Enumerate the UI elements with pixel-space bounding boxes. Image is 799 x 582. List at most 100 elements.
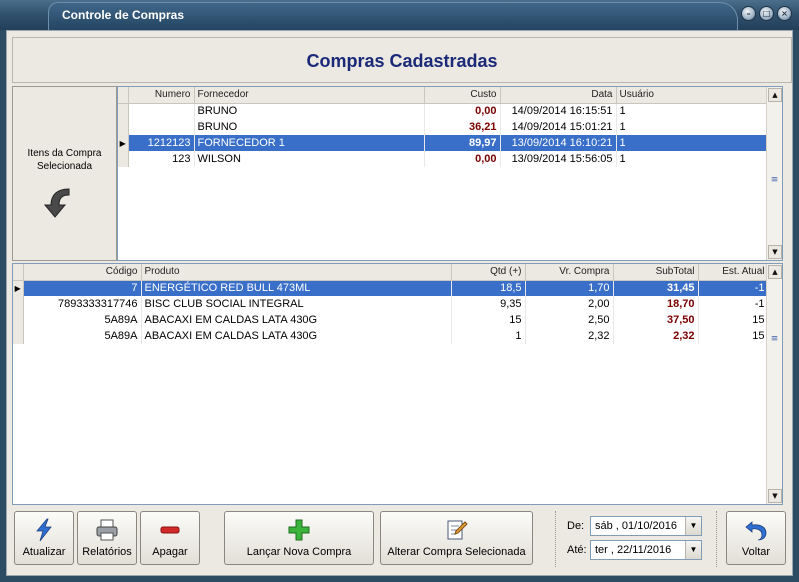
date-from-picker[interactable]: sáb , 01/10/2016 ▼ <box>590 516 702 536</box>
chevron-down-icon[interactable]: ▼ <box>685 517 701 535</box>
table-row[interactable]: BRUNO 36,21 14/09/2014 15:01:21 1 <box>118 119 769 135</box>
cell-vr-compra: 2,32 <box>525 328 614 344</box>
cell-data: 14/09/2014 15:01:21 <box>500 119 617 135</box>
atualizar-label: Atualizar <box>22 546 66 558</box>
lancar-label: Lançar Nova Compra <box>246 546 352 558</box>
cell-est-atual: 15 <box>698 312 769 328</box>
scroll-down-icon[interactable]: ▼ <box>768 245 782 259</box>
cell-est-atual: 15 <box>698 328 769 344</box>
table-row[interactable]: 5A89A ABACAXI EM CALDAS LATA 430G 1 2,32… <box>13 328 769 344</box>
relatorios-button[interactable]: Relatórios <box>77 511 137 565</box>
relatorios-label: Relatórios <box>82 546 132 558</box>
col-vr-compra[interactable]: Vr. Compra <box>525 264 614 281</box>
cell-data: 13/09/2014 15:56:05 <box>500 151 617 167</box>
cell-usuario: 1 <box>616 103 769 119</box>
cell-custo: 0,00 <box>424 151 501 167</box>
purchases-grid[interactable]: Numero Fornecedor Custo Data Usuário BRU… <box>117 86 783 261</box>
undo-arrow-icon <box>745 521 767 541</box>
cell-produto: ENERGÉTICO RED BULL 473ML <box>141 280 452 296</box>
cell-est-atual: -1 <box>698 296 769 312</box>
printer-icon <box>96 519 118 541</box>
chevron-down-icon[interactable]: ▼ <box>685 541 701 559</box>
col-custo[interactable]: Custo <box>424 87 501 104</box>
date-to-picker[interactable]: ter , 22/11/2016 ▼ <box>590 540 702 560</box>
cell-subtotal: 18,70 <box>613 296 699 312</box>
scroll-up-icon[interactable]: ▲ <box>768 265 782 279</box>
client-area: Compras Cadastradas Itens da Compra Sele… <box>6 30 793 576</box>
cell-data: 14/09/2014 16:15:51 <box>500 103 617 119</box>
row-indicator-header <box>13 264 24 281</box>
apagar-button[interactable]: Apagar <box>140 511 200 565</box>
window-title: Controle de Compras <box>62 8 185 22</box>
cell-fornecedor: FORNECEDOR 1 <box>194 135 425 151</box>
cell-usuario: 1 <box>616 119 769 135</box>
cell-est-atual: -1 <box>698 280 769 296</box>
col-data[interactable]: Data <box>500 87 617 104</box>
table-row[interactable]: 5A89A ABACAXI EM CALDAS LATA 430G 15 2,5… <box>13 312 769 328</box>
cell-codigo: 7 <box>23 280 142 296</box>
items-table: Código Produto Qtd (+) Vr. Compra SubTot… <box>13 264 769 344</box>
close-icon[interactable]: × <box>777 6 792 21</box>
minimize-icon[interactable]: – <box>741 6 756 21</box>
cell-qtd: 1 <box>451 328 526 344</box>
col-numero[interactable]: Numero <box>128 87 195 104</box>
items-caption-line2: Selecionada <box>36 161 93 172</box>
toolbar-divider <box>716 511 717 567</box>
table-row-selected[interactable]: ▶ 1212123 FORNECEDOR 1 89,97 13/09/2014 … <box>118 135 769 151</box>
scroll-up-icon[interactable]: ▲ <box>768 88 782 102</box>
col-qtd[interactable]: Qtd (+) <box>451 264 526 281</box>
cell-fornecedor: BRUNO <box>194 119 425 135</box>
atualizar-button[interactable]: Atualizar <box>14 511 74 565</box>
cell-codigo: 5A89A <box>23 328 142 344</box>
cell-qtd: 9,35 <box>451 296 526 312</box>
cell-qtd: 15 <box>451 312 526 328</box>
ate-label: Até: <box>567 544 587 556</box>
table-row[interactable]: 7893333317746 BISC CLUB SOCIAL INTEGRAL … <box>13 296 769 312</box>
cell-custo: 89,97 <box>424 135 501 151</box>
title-bar: Controle de Compras – □ × <box>0 0 799 30</box>
page-title: Compras Cadastradas <box>306 51 498 71</box>
lancar-nova-compra-button[interactable]: Lançar Nova Compra <box>224 511 374 565</box>
items-scrollbar[interactable]: ▲ ≡ ▼ <box>766 264 782 504</box>
cell-numero <box>128 103 195 119</box>
bottom-toolbar: Atualizar Relatórios Apagar Lançar Nova … <box>12 507 792 573</box>
date-from-value: sáb , 01/10/2016 <box>595 520 677 532</box>
items-caption: Itens da Compra Selecionada <box>13 147 116 173</box>
col-codigo[interactable]: Código <box>23 264 142 281</box>
scroll-down-icon[interactable]: ▼ <box>768 489 782 503</box>
row-indicator <box>118 119 129 135</box>
col-subtotal[interactable]: SubTotal <box>613 264 699 281</box>
col-usuario[interactable]: Usuário <box>616 87 769 104</box>
cell-subtotal: 31,45 <box>613 280 699 296</box>
alterar-compra-button[interactable]: Alterar Compra Selecionada <box>380 511 533 565</box>
table-row[interactable]: 123 WILSON 0,00 13/09/2014 15:56:05 1 <box>118 151 769 167</box>
cell-subtotal: 37,50 <box>613 312 699 328</box>
cell-numero <box>128 119 195 135</box>
table-row-selected[interactable]: ▶ 7 ENERGÉTICO RED BULL 473ML 18,5 1,70 … <box>13 280 769 296</box>
edit-document-icon <box>447 520 468 540</box>
page-header: Compras Cadastradas <box>12 37 792 83</box>
row-pointer-icon: ▶ <box>13 280 24 296</box>
col-produto[interactable]: Produto <box>141 264 452 281</box>
scroll-thumb-icon[interactable]: ≡ <box>770 334 779 344</box>
col-est-atual[interactable]: Est. Atual <box>698 264 769 281</box>
col-fornecedor[interactable]: Fornecedor <box>194 87 425 104</box>
items-grid[interactable]: Código Produto Qtd (+) Vr. Compra SubTot… <box>12 263 783 505</box>
row-indicator <box>13 328 24 344</box>
row-indicator <box>118 151 129 167</box>
maximize-icon[interactable]: □ <box>759 6 774 21</box>
cell-custo: 0,00 <box>424 103 501 119</box>
curved-arrow-down-icon <box>43 188 70 218</box>
cell-produto: ABACAXI EM CALDAS LATA 430G <box>141 328 452 344</box>
row-indicator <box>13 296 24 312</box>
cell-subtotal: 2,32 <box>613 328 699 344</box>
cell-numero: 123 <box>128 151 195 167</box>
items-caption-line1: Itens da Compra <box>27 148 102 159</box>
alterar-label: Alterar Compra Selecionada <box>387 546 526 558</box>
row-indicator-header <box>118 87 129 104</box>
voltar-button[interactable]: Voltar <box>726 511 786 565</box>
scroll-thumb-icon[interactable]: ≡ <box>770 175 779 185</box>
cell-custo: 36,21 <box>424 119 501 135</box>
purchases-scrollbar[interactable]: ▲ ≡ ▼ <box>766 87 782 260</box>
table-row[interactable]: BRUNO 0,00 14/09/2014 16:15:51 1 <box>118 103 769 119</box>
